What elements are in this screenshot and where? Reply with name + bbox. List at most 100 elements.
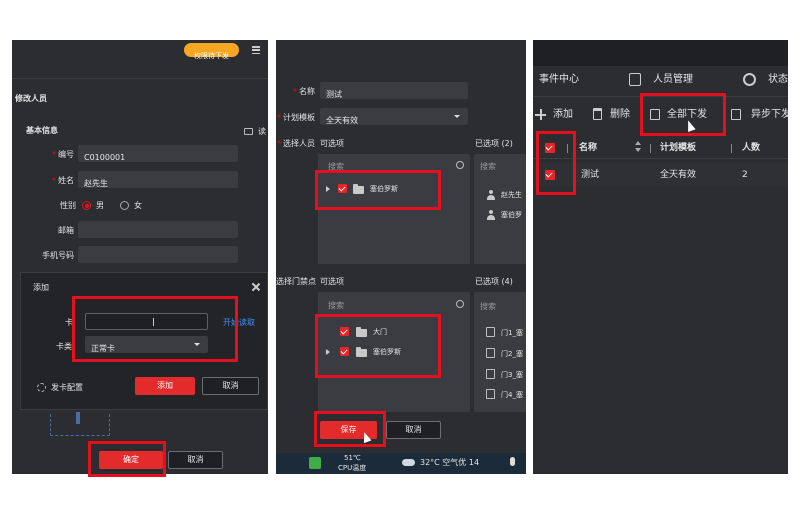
cancel-button[interactable]: 取消 [168,451,223,469]
person-management-icon [629,73,641,86]
card-config-link[interactable]: 发卡配置 [51,383,83,393]
door-icon [486,389,495,399]
door-tree-checkbox[interactable] [340,347,349,356]
select-all-checkbox[interactable] [545,143,555,153]
card-type-label: 卡类 [56,342,72,351]
template-select[interactable]: 全天有效 [320,108,468,125]
folder-icon [353,184,364,194]
person-search-placeholder: 搜索 [328,162,344,171]
async-download-icon [731,109,741,120]
nav-event-center[interactable]: 事件中心 [539,74,579,86]
add-card-dialog: 添加 卡 开始读取 卡类 正常卡 发卡配置 添加 取消 [20,272,268,410]
panel-permission-list: 事件中心 人员管理 状态 添加 删除 全部下发 异步下发 名称 计划模板 人数 … [533,40,788,474]
cloud-icon [402,459,415,466]
select-person-label: 选择人员 [283,139,315,148]
person-icon [486,210,496,220]
read-card-link[interactable]: 开始读取 [223,318,255,328]
async-download-button[interactable]: 异步下发 [751,109,788,121]
page-title: 修改人员 [15,94,47,103]
header-name: 名称 [579,143,598,153]
name-input[interactable]: 赵先生 [78,171,238,188]
phone-input[interactable] [78,246,238,263]
cpu-temp: 51℃ [344,454,361,462]
optional-label: 可选项 [320,139,344,148]
door-icon [486,348,495,358]
chevron-right-icon[interactable] [326,349,330,355]
selected-person-item: 塞伯罗 [501,211,522,219]
selected-person-item: 赵先生 [501,191,522,199]
add-button[interactable]: 添加 [553,109,573,121]
selected-door-item: 门3_塞 [501,371,523,379]
trash-icon [593,108,602,120]
door-icon [486,327,495,337]
person-selected-box: 搜索 赵先生 塞伯罗 [474,154,526,264]
column-divider [567,144,568,153]
gear-icon[interactable] [37,383,46,392]
divider [12,78,268,79]
person-tree-label: 塞伯罗斯 [370,185,398,193]
person-optional-box: 搜索 塞伯罗斯 [318,154,470,264]
card-reader-icon[interactable] [244,128,253,135]
card-number-input[interactable] [85,313,208,330]
list-icon[interactable] [252,46,260,55]
door-search-placeholder: 搜索 [328,301,344,310]
id-value: C0100001 [84,153,126,162]
required-mark: * [277,139,281,148]
dialog-add-button[interactable]: 添加 [135,377,195,395]
header-template: 计划模板 [660,143,697,153]
select-door-label: 选择门禁点 [276,277,316,286]
selected-doors-label: 已选项 (4) [475,277,513,286]
selected-door-search-placeholder: 搜索 [480,302,496,311]
section-title: 基本信息 [26,126,58,135]
rule-name-input[interactable]: 测试 [320,82,468,99]
door-optional-box: 搜索 大门 塞伯罗斯 [318,292,470,412]
taskbar: 51℃ CPU温度 32°C 空气优 14 [276,453,526,474]
person-tree-checkbox[interactable] [338,184,347,193]
nav-status[interactable]: 状态 [768,74,788,86]
gender-female-radio[interactable] [120,201,129,210]
cancel-button[interactable]: 取消 [386,421,441,439]
panel-permission-form: * 名称 测试 * 计划模板 全天有效 * 选择人员 可选项 已选项 (2) 搜… [276,40,526,474]
close-icon[interactable] [251,282,261,292]
search-icon[interactable] [456,300,464,308]
selected-persons-label: 已选项 (2) [475,139,513,148]
card-type-select[interactable]: 正常卡 [85,336,208,353]
person-search-input[interactable]: 搜索 [322,160,466,174]
gender-male-radio[interactable] [82,201,91,210]
name-label: 姓名 [58,176,74,185]
plus-icon [535,109,546,120]
door-search-input[interactable]: 搜索 [322,298,466,312]
delete-button[interactable]: 删除 [610,109,630,121]
email-input[interactable] [78,221,238,238]
required-mark: * [293,87,297,96]
row-name: 测试 [581,170,600,180]
door-tree-checkbox[interactable] [340,327,349,336]
cpu-label: CPU温度 [338,464,367,472]
sort-icon[interactable] [635,141,641,154]
required-mark: * [52,150,56,159]
rule-name-value: 测试 [326,90,342,99]
required-mark: * [52,176,56,185]
door-selected-box: 搜索 门1_塞 门2_塞 门3_塞 门4_塞 [474,292,526,412]
caret-down-icon [194,343,200,346]
pending-badge[interactable]: 权限待下发 [184,43,239,60]
confirm-button[interactable]: 确定 [99,451,163,469]
gender-female-label: 女 [134,201,142,210]
top-strip [533,40,788,66]
column-divider [731,144,732,153]
dialog-cancel-button[interactable]: 取消 [202,377,259,395]
caret-down-icon [454,115,460,118]
card-label: 卡 [65,318,73,327]
chevron-right-icon[interactable] [326,186,330,192]
row-checkbox[interactable] [545,170,555,180]
search-icon[interactable] [456,161,464,169]
id-input[interactable]: C0100001 [78,145,238,162]
name-label: 名称 [299,87,315,96]
microphone-icon[interactable] [510,457,515,466]
nav-person-management[interactable]: 人员管理 [653,74,693,86]
email-label: 邮箱 [58,226,74,235]
cpu-app-icon[interactable] [309,457,321,469]
download-all-button[interactable]: 全部下发 [667,109,707,121]
door-tree-label: 大门 [373,328,387,336]
row-template: 全天有效 [660,170,697,180]
